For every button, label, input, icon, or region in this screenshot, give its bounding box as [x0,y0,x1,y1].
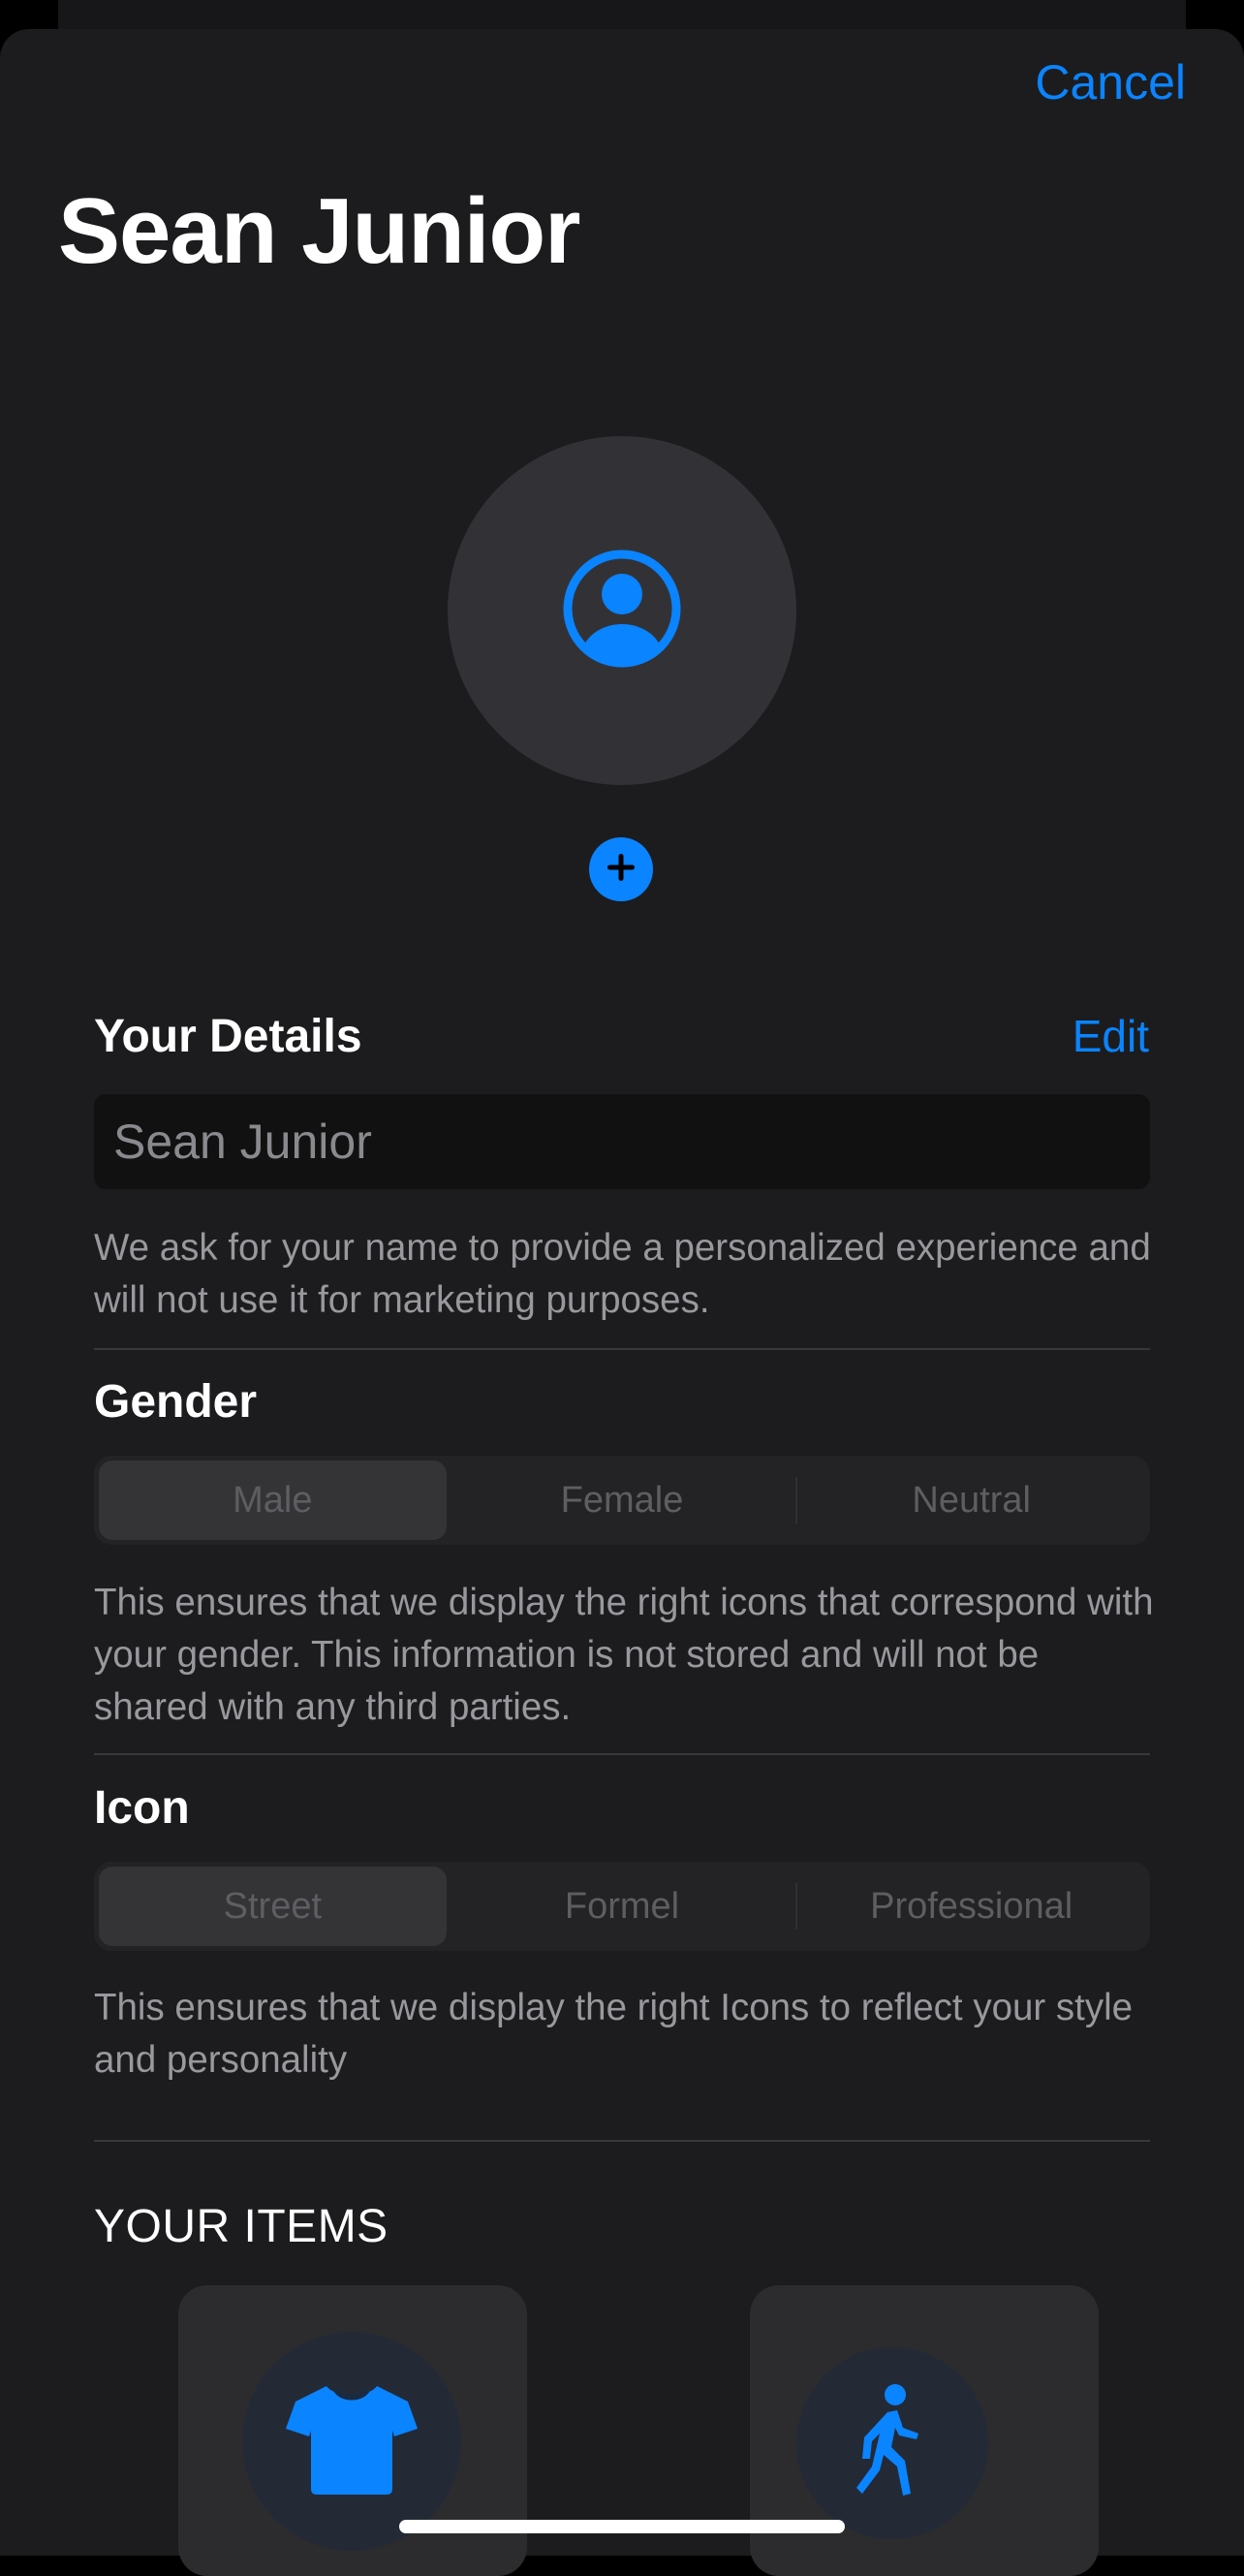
your-items-heading: YOUR ITEMS [94,2201,389,2252]
page-title: Sean Junior [58,179,580,283]
person-circle-icon [562,549,682,674]
plus-icon [604,850,638,890]
details-help-text: We ask for your name to provide a person… [94,1227,1151,1321]
gender-option-female[interactable]: Female [449,1461,796,1540]
icon-option-street[interactable]: Street [99,1867,447,1946]
walking-person-icon [851,2383,934,2504]
name-field[interactable]: Sean Junior [94,1094,1150,1189]
icon-option-formel[interactable]: Formel [449,1867,796,1946]
gender-heading: Gender [94,1376,258,1428]
cancel-button[interactable]: Cancel [1035,54,1186,110]
item-icon-background [796,2347,988,2539]
gender-option-male[interactable]: Male [99,1461,447,1540]
avatar[interactable] [448,436,796,785]
edit-button[interactable]: Edit [1073,1010,1149,1062]
add-photo-button[interactable] [589,837,653,901]
gender-segmented-control[interactable]: Male Female Neutral [94,1456,1150,1545]
divider [94,1753,1150,1755]
icon-help-text: This ensures that we display the right I… [94,1987,1134,2081]
icon-style-segmented-control[interactable]: Street Formel Professional [94,1862,1150,1951]
divider [94,2140,1150,2142]
gender-help-text: This ensures that we display the right i… [94,1582,1154,1728]
item-icon-background [242,2332,461,2551]
home-indicator[interactable] [399,2520,845,2533]
icon-option-professional[interactable]: Professional [797,1867,1145,1946]
gender-option-neutral[interactable]: Neutral [797,1461,1145,1540]
divider [94,1348,1150,1350]
icon-heading: Icon [94,1782,190,1834]
tshirt-icon [284,2382,420,2501]
your-details-heading: Your Details [94,1011,362,1062]
